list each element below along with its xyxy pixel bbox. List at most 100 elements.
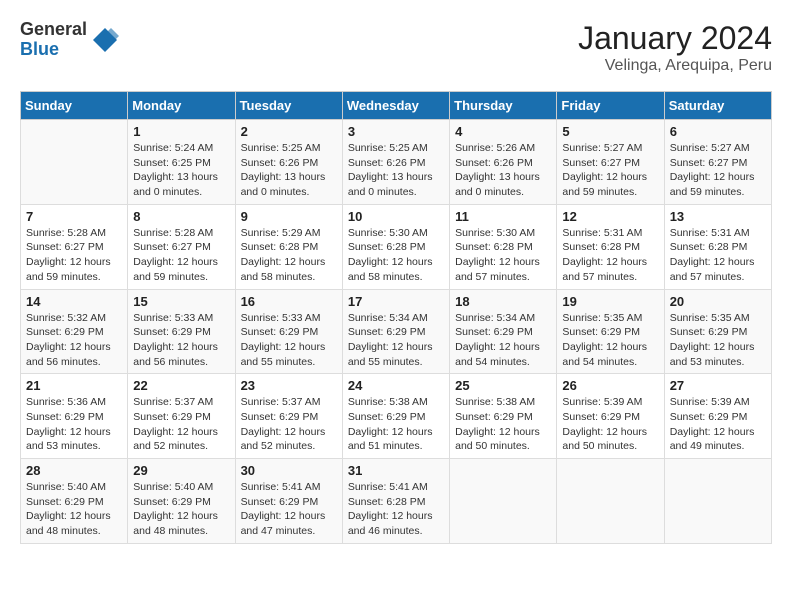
- calendar-cell: 12Sunrise: 5:31 AMSunset: 6:28 PMDayligh…: [557, 204, 664, 289]
- calendar-cell: 9 Sunrise: 5:29 AMSunset: 6:28 PMDaylight…: [235, 204, 342, 289]
- calendar-cell: 23 Sunrise: 5:37 AMSunset: 6:29 PMDayligh…: [235, 374, 342, 459]
- calendar-week-3: 14 Sunrise: 5:32 AMSunset: 6:29 PMDayligh…: [21, 289, 772, 374]
- day-info: Sunrise: 5:35 AMSunset: 6:29 PMDaylight:…: [562, 311, 658, 370]
- calendar-cell: 19 Sunrise: 5:35 AMSunset: 6:29 PMDayligh…: [557, 289, 664, 374]
- page-header: General Blue January 2024 Velinga, Arequ…: [20, 20, 772, 75]
- calendar-cell: 3 Sunrise: 5:25 AMSunset: 6:26 PMDaylight…: [342, 120, 449, 205]
- calendar-cell: 27 Sunrise: 5:39 AMSunset: 6:29 PMDayligh…: [664, 374, 771, 459]
- day-number: 26: [562, 378, 658, 393]
- day-number: 1: [133, 124, 229, 139]
- day-info: Sunrise: 5:27 AMSunset: 6:27 PMDaylight:…: [670, 141, 766, 200]
- calendar-cell: 4 Sunrise: 5:26 AMSunset: 6:26 PMDaylight…: [450, 120, 557, 205]
- day-info: Sunrise: 5:33 AMSunset: 6:29 PMDaylight:…: [241, 311, 337, 370]
- calendar-cell: 5 Sunrise: 5:27 AMSunset: 6:27 PMDaylight…: [557, 120, 664, 205]
- calendar-cell: [557, 459, 664, 544]
- day-info: Sunrise: 5:28 AMSunset: 6:27 PMDaylight:…: [133, 226, 229, 285]
- day-number: 12: [562, 209, 658, 224]
- day-info: Sunrise: 5:40 AMSunset: 6:29 PMDaylight:…: [26, 480, 122, 539]
- day-number: 31: [348, 463, 444, 478]
- calendar-cell: 26 Sunrise: 5:39 AMSunset: 6:29 PMDayligh…: [557, 374, 664, 459]
- day-number: 22: [133, 378, 229, 393]
- calendar-week-5: 28Sunrise: 5:40 AMSunset: 6:29 PMDayligh…: [21, 459, 772, 544]
- calendar-week-1: 1 Sunrise: 5:24 AMSunset: 6:25 PMDaylight…: [21, 120, 772, 205]
- column-header-friday: Friday: [557, 92, 664, 120]
- day-info: Sunrise: 5:28 AMSunset: 6:27 PMDaylight:…: [26, 226, 122, 285]
- calendar-cell: [664, 459, 771, 544]
- day-info: Sunrise: 5:39 AMSunset: 6:29 PMDaylight:…: [670, 395, 766, 454]
- calendar-cell: 11Sunrise: 5:30 AMSunset: 6:28 PMDayligh…: [450, 204, 557, 289]
- column-header-wednesday: Wednesday: [342, 92, 449, 120]
- calendar-cell: 2 Sunrise: 5:25 AMSunset: 6:26 PMDaylight…: [235, 120, 342, 205]
- calendar-cell: 13 Sunrise: 5:31 AMSunset: 6:28 PMDayligh…: [664, 204, 771, 289]
- day-number: 10: [348, 209, 444, 224]
- day-info: Sunrise: 5:37 AMSunset: 6:29 PMDaylight:…: [133, 395, 229, 454]
- calendar-week-4: 21 Sunrise: 5:36 AMSunset: 6:29 PMDayligh…: [21, 374, 772, 459]
- logo-icon: [91, 26, 119, 54]
- day-number: 13: [670, 209, 766, 224]
- page-subtitle: Velinga, Arequipa, Peru: [578, 57, 772, 75]
- day-number: 15: [133, 294, 229, 309]
- day-number: 7: [26, 209, 122, 224]
- calendar-table: SundayMondayTuesdayWednesdayThursdayFrid…: [20, 91, 772, 544]
- day-number: 11: [455, 209, 551, 224]
- day-number: 3: [348, 124, 444, 139]
- calendar-cell: 21 Sunrise: 5:36 AMSunset: 6:29 PMDayligh…: [21, 374, 128, 459]
- day-info: Sunrise: 5:38 AMSunset: 6:29 PMDaylight:…: [348, 395, 444, 454]
- title-block: January 2024 Velinga, Arequipa, Peru: [578, 20, 772, 75]
- day-number: 25: [455, 378, 551, 393]
- calendar-cell: 16 Sunrise: 5:33 AMSunset: 6:29 PMDayligh…: [235, 289, 342, 374]
- day-number: 29: [133, 463, 229, 478]
- day-info: Sunrise: 5:24 AMSunset: 6:25 PMDaylight:…: [133, 141, 229, 200]
- day-number: 18: [455, 294, 551, 309]
- calendar-week-2: 7 Sunrise: 5:28 AMSunset: 6:27 PMDaylight…: [21, 204, 772, 289]
- day-info: Sunrise: 5:31 AMSunset: 6:28 PMDaylight:…: [670, 226, 766, 285]
- calendar-cell: 1 Sunrise: 5:24 AMSunset: 6:25 PMDaylight…: [128, 120, 235, 205]
- day-number: 21: [26, 378, 122, 393]
- day-info: Sunrise: 5:36 AMSunset: 6:29 PMDaylight:…: [26, 395, 122, 454]
- day-info: Sunrise: 5:33 AMSunset: 6:29 PMDaylight:…: [133, 311, 229, 370]
- day-number: 9: [241, 209, 337, 224]
- calendar-cell: 10 Sunrise: 5:30 AMSunset: 6:28 PMDayligh…: [342, 204, 449, 289]
- day-number: 14: [26, 294, 122, 309]
- day-number: 2: [241, 124, 337, 139]
- day-number: 17: [348, 294, 444, 309]
- day-info: Sunrise: 5:34 AMSunset: 6:29 PMDaylight:…: [348, 311, 444, 370]
- day-info: Sunrise: 5:25 AMSunset: 6:26 PMDaylight:…: [241, 141, 337, 200]
- calendar-cell: 14 Sunrise: 5:32 AMSunset: 6:29 PMDayligh…: [21, 289, 128, 374]
- day-info: Sunrise: 5:29 AMSunset: 6:28 PMDaylight:…: [241, 226, 337, 285]
- column-header-tuesday: Tuesday: [235, 92, 342, 120]
- calendar-cell: 24Sunrise: 5:38 AMSunset: 6:29 PMDayligh…: [342, 374, 449, 459]
- calendar-cell: 30Sunrise: 5:41 AMSunset: 6:29 PMDayligh…: [235, 459, 342, 544]
- day-number: 8: [133, 209, 229, 224]
- day-info: Sunrise: 5:35 AMSunset: 6:29 PMDaylight:…: [670, 311, 766, 370]
- day-info: Sunrise: 5:27 AMSunset: 6:27 PMDaylight:…: [562, 141, 658, 200]
- day-number: 23: [241, 378, 337, 393]
- day-info: Sunrise: 5:41 AMSunset: 6:29 PMDaylight:…: [241, 480, 337, 539]
- day-info: Sunrise: 5:25 AMSunset: 6:26 PMDaylight:…: [348, 141, 444, 200]
- calendar-cell: 17 Sunrise: 5:34 AMSunset: 6:29 PMDayligh…: [342, 289, 449, 374]
- calendar-cell: 20Sunrise: 5:35 AMSunset: 6:29 PMDayligh…: [664, 289, 771, 374]
- day-info: Sunrise: 5:37 AMSunset: 6:29 PMDaylight:…: [241, 395, 337, 454]
- day-info: Sunrise: 5:32 AMSunset: 6:29 PMDaylight:…: [26, 311, 122, 370]
- day-number: 27: [670, 378, 766, 393]
- logo-blue: Blue: [20, 40, 87, 60]
- day-info: Sunrise: 5:34 AMSunset: 6:29 PMDaylight:…: [455, 311, 551, 370]
- column-header-sunday: Sunday: [21, 92, 128, 120]
- calendar-cell: [21, 120, 128, 205]
- logo: General Blue: [20, 20, 119, 60]
- day-info: Sunrise: 5:41 AMSunset: 6:28 PMDaylight:…: [348, 480, 444, 539]
- calendar-cell: 22 Sunrise: 5:37 AMSunset: 6:29 PMDayligh…: [128, 374, 235, 459]
- day-number: 6: [670, 124, 766, 139]
- day-info: Sunrise: 5:39 AMSunset: 6:29 PMDaylight:…: [562, 395, 658, 454]
- logo-general: General: [20, 20, 87, 40]
- day-number: 5: [562, 124, 658, 139]
- calendar-cell: 28Sunrise: 5:40 AMSunset: 6:29 PMDayligh…: [21, 459, 128, 544]
- calendar-cell: 25Sunrise: 5:38 AMSunset: 6:29 PMDayligh…: [450, 374, 557, 459]
- day-info: Sunrise: 5:26 AMSunset: 6:26 PMDaylight:…: [455, 141, 551, 200]
- day-number: 16: [241, 294, 337, 309]
- day-info: Sunrise: 5:30 AMSunset: 6:28 PMDaylight:…: [348, 226, 444, 285]
- column-header-saturday: Saturday: [664, 92, 771, 120]
- day-number: 19: [562, 294, 658, 309]
- day-number: 4: [455, 124, 551, 139]
- column-header-thursday: Thursday: [450, 92, 557, 120]
